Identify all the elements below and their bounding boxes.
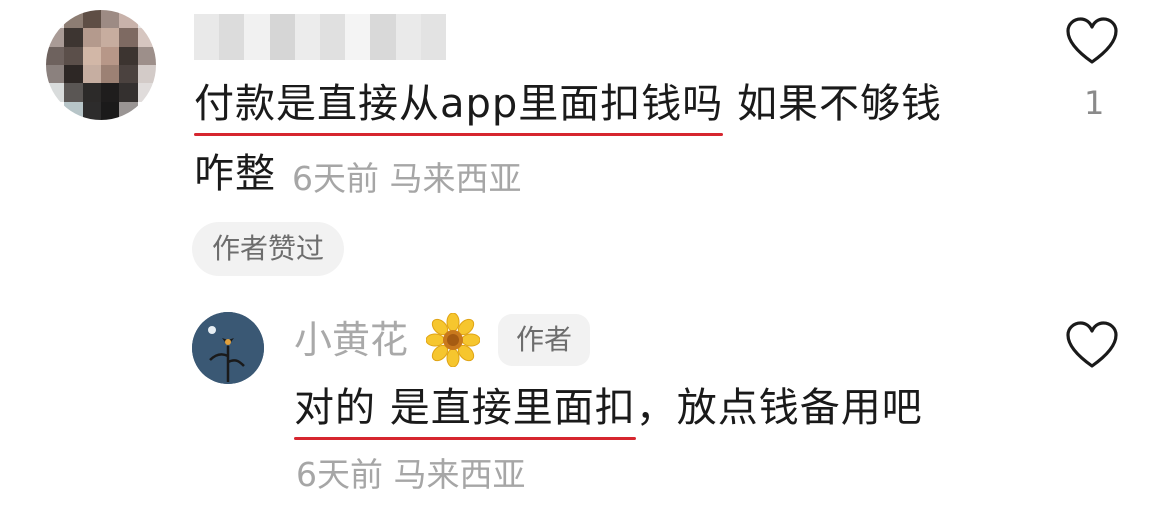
comment-text-highlighted: 付款是直接从app里面扣钱吗 — [194, 74, 724, 136]
reply-meta: 6天前 马来西亚 — [296, 448, 526, 496]
reply-text-highlighted: 对的 是直接里面扣 — [294, 378, 636, 440]
comment-text-rest: 如果不够钱 — [723, 81, 943, 127]
reply-like-heart-icon[interactable] — [1065, 320, 1119, 370]
comment-text-continuation: 咋整 — [194, 151, 276, 197]
comment-location: 马来西亚 — [389, 159, 522, 198]
comment-text-line2: 咋整 — [194, 144, 276, 204]
commenter-avatar[interactable] — [46, 10, 156, 120]
like-heart-icon[interactable] — [1065, 16, 1119, 66]
reply-time: 6天前 — [296, 455, 383, 494]
comment-time: 6天前 — [292, 159, 379, 198]
reply-text: 对的 是直接里面扣，放点钱备用吧 — [294, 378, 923, 440]
comment-text-line1: 付款是直接从app里面扣钱吗 如果不够钱 — [194, 74, 943, 136]
reply-avatar[interactable] — [192, 312, 264, 384]
reply-location: 马来西亚 — [393, 455, 526, 494]
author-liked-badge: 作者赞过 — [192, 222, 345, 276]
sunflower-icon — [426, 313, 480, 367]
reply-username[interactable]: 小黄花 — [294, 312, 408, 368]
commenter-username-blurred[interactable] — [194, 14, 447, 60]
like-count: 1 — [1084, 84, 1105, 122]
author-badge: 作者 — [498, 314, 591, 366]
reply-text-rest: ，放点钱备用吧 — [635, 385, 923, 431]
comment-meta: 6天前 马来西亚 — [292, 152, 522, 200]
